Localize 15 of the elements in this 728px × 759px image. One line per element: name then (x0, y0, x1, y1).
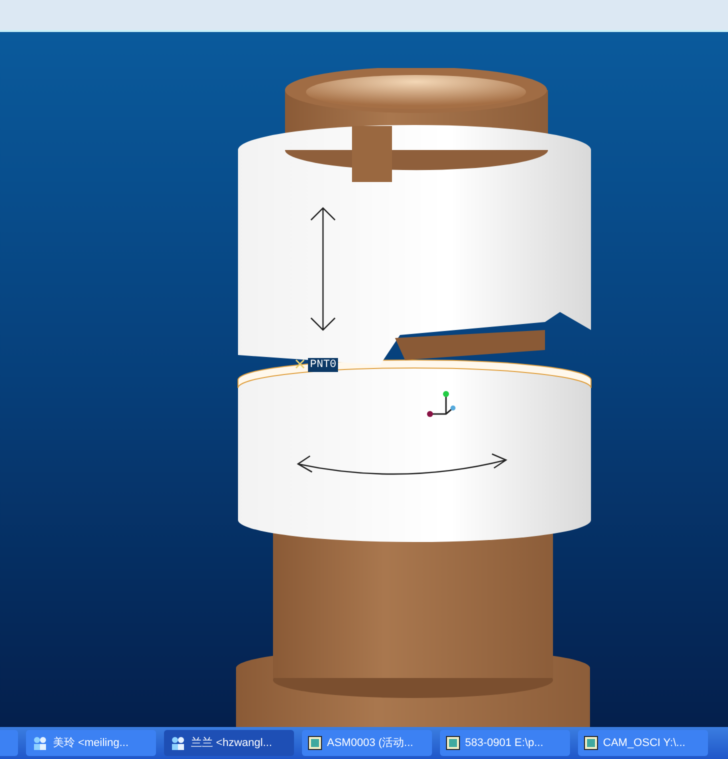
window-icon (308, 736, 322, 750)
taskbar-button[interactable]: 583-0901 E:\p... (440, 730, 570, 756)
window-icon (446, 736, 460, 750)
point-label: PNT0 (308, 358, 338, 372)
taskbar-button[interactable]: CAM_OSCI Y:\... (578, 730, 708, 756)
chat-users-icon (170, 735, 186, 751)
chat-users-icon (32, 735, 48, 751)
window-icon (584, 736, 598, 750)
taskbar-button[interactable]: ASM0003 (活动... (302, 730, 432, 756)
taskbar-button[interactable]: 美玲 <meiling... (26, 730, 156, 756)
coordinate-axes-icon (424, 390, 458, 418)
taskbar-button[interactable]: 兰兰 <hzwangl... (164, 730, 294, 756)
point-marker-icon (295, 359, 305, 369)
taskbar-button[interactable] (0, 730, 18, 756)
vertical-double-arrow-icon (308, 206, 338, 332)
